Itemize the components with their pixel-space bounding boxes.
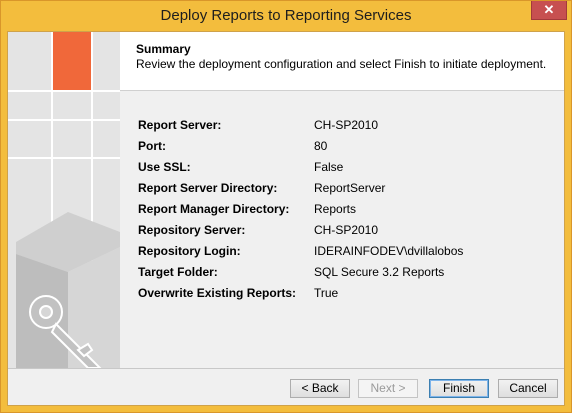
summary-value: 80	[314, 139, 328, 153]
window-title: Deploy Reports to Reporting Services	[160, 7, 412, 24]
summary-label: Report Server Directory:	[138, 181, 278, 195]
page-title: Summary	[136, 42, 191, 56]
summary-value: CH-SP2010	[314, 118, 379, 132]
summary-value: SQL Secure 3.2 Reports	[314, 265, 445, 279]
header-divider	[120, 90, 564, 91]
close-button[interactable]: ✕	[531, 1, 567, 20]
page-description: Review the deployment configuration and …	[136, 57, 547, 71]
summary-label: Overwrite Existing Reports:	[138, 286, 297, 300]
finish-button[interactable]: Finish	[429, 379, 489, 398]
back-button[interactable]: < Back	[290, 379, 350, 398]
summary-value: ReportServer	[314, 181, 386, 195]
summary-value: False	[314, 160, 344, 174]
cancel-button[interactable]: Cancel	[498, 379, 558, 398]
summary-label: Report Server:	[138, 118, 222, 132]
summary-label: Repository Login:	[138, 244, 241, 258]
summary-value: CH-SP2010	[314, 223, 379, 237]
close-icon: ✕	[543, 2, 555, 17]
summary-label: Use SSL:	[138, 160, 191, 174]
title-bar[interactable]: Deploy Reports to Reporting Services ✕	[1, 1, 571, 31]
summary-label: Report Manager Directory:	[138, 202, 290, 216]
summary-label: Port:	[138, 139, 166, 153]
summary-label: Repository Server:	[138, 223, 246, 237]
wizard-header: Summary Review the deployment configurat…	[120, 32, 564, 90]
dialog-body: Summary Review the deployment configurat…	[7, 31, 565, 406]
wizard-side-panel	[8, 32, 120, 368]
summary-value: Reports	[314, 202, 357, 216]
summary-label: Target Folder:	[138, 265, 218, 279]
summary-value: IDERAINFODEV\dvillalobos	[314, 244, 464, 258]
key-box-icon	[8, 32, 120, 368]
dialog-window: Deploy Reports to Reporting Services ✕ S…	[0, 0, 572, 413]
footer-divider	[8, 368, 564, 369]
summary-value: True	[314, 286, 339, 300]
next-button[interactable]: Next >	[358, 379, 418, 398]
